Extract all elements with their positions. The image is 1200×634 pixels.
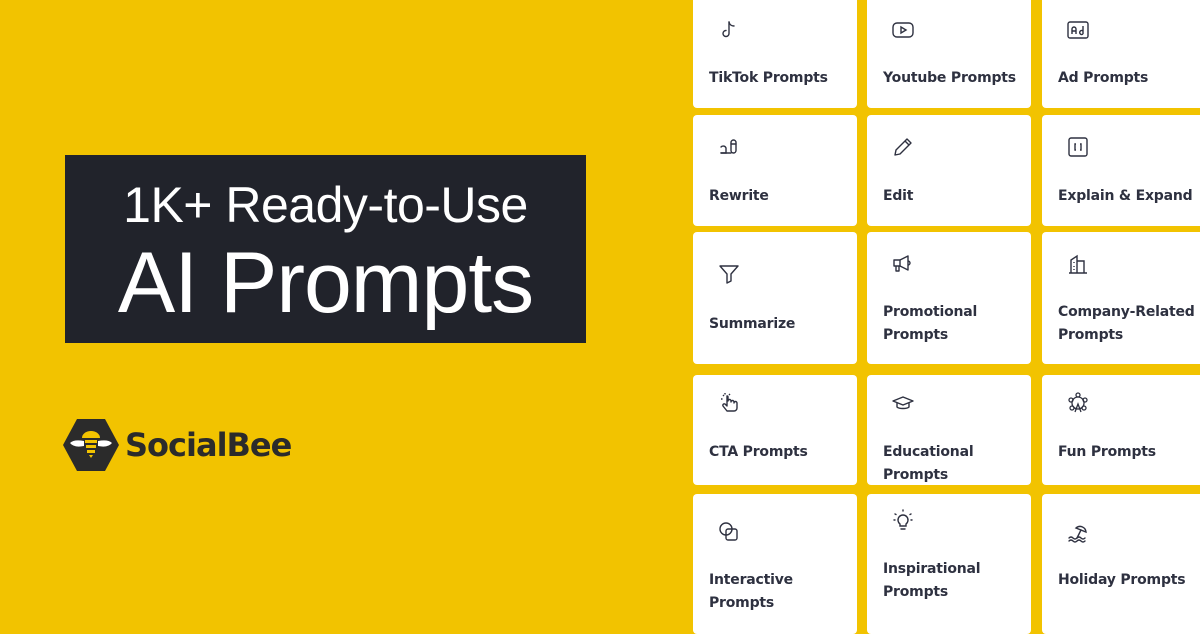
beach-umbrella-icon (1066, 520, 1090, 544)
card-ad-prompts[interactable]: Ad Prompts (1042, 0, 1200, 108)
card-label: Fun Prompts (1058, 444, 1156, 460)
card-label: Rewrite (709, 188, 769, 204)
card-label: Educational Prompts (883, 444, 974, 483)
card-label: Company-Related Prompts (1058, 304, 1195, 343)
card-edit[interactable]: Edit (867, 115, 1031, 226)
ferris-wheel-icon (1066, 391, 1090, 415)
funnel-icon (717, 262, 741, 286)
overlap-shapes-icon (717, 520, 741, 544)
megaphone-icon (891, 252, 915, 276)
youtube-icon (891, 18, 915, 42)
card-label: Ad Prompts (1058, 70, 1149, 86)
card-inspirational-prompts[interactable]: Inspirational Prompts (867, 494, 1031, 634)
lightbulb-icon (891, 508, 915, 532)
card-educational-prompts[interactable]: Educational Prompts (867, 375, 1031, 485)
building-icon (1066, 252, 1090, 276)
card-youtube-prompts[interactable]: Youtube Prompts (867, 0, 1031, 108)
tiktok-icon (717, 18, 741, 42)
card-label: Inspirational Prompts (883, 561, 981, 600)
card-promotional-prompts[interactable]: Promotional Prompts (867, 232, 1031, 364)
bee-logo-icon (63, 419, 119, 471)
headline-banner: 1K+ Ready-to-Use AI Prompts (65, 155, 586, 343)
headline-line-2: AI Prompts (117, 235, 534, 331)
click-hand-icon (717, 391, 741, 415)
card-company-related-prompts[interactable]: Company-Related Prompts (1042, 232, 1200, 364)
card-label: Holiday Prompts (1058, 572, 1186, 588)
card-tiktok-prompts[interactable]: TikTok Prompts (693, 0, 857, 108)
card-explain-expand[interactable]: Explain & Expand (1042, 115, 1200, 226)
card-label: TikTok Prompts (709, 70, 828, 86)
card-label: CTA Prompts (709, 444, 808, 460)
card-label: Youtube Prompts (883, 70, 1016, 86)
rewrite-icon (717, 135, 741, 159)
card-summarize[interactable]: Summarize (693, 232, 857, 364)
graduation-cap-icon (891, 391, 915, 415)
brand-name: SocialBee (125, 426, 292, 464)
ad-icon (1066, 18, 1090, 42)
brackets-icon (1066, 135, 1090, 159)
pencil-icon (891, 135, 915, 159)
headline-line-1: 1K+ Ready-to-Use (123, 177, 528, 233)
card-holiday-prompts[interactable]: Holiday Prompts (1042, 494, 1200, 634)
card-fun-prompts[interactable]: Fun Prompts (1042, 375, 1200, 485)
card-cta-prompts[interactable]: CTA Prompts (693, 375, 857, 485)
card-label: Promotional Prompts (883, 304, 978, 343)
card-label: Explain & Expand (1058, 188, 1193, 204)
socialbee-logo: SocialBee (62, 416, 292, 474)
card-interactive-prompts[interactable]: Interactive Prompts (693, 494, 857, 634)
card-rewrite[interactable]: Rewrite (693, 115, 857, 226)
card-label: Edit (883, 188, 914, 204)
card-label: Interactive Prompts (709, 572, 793, 611)
card-label: Summarize (709, 316, 796, 332)
